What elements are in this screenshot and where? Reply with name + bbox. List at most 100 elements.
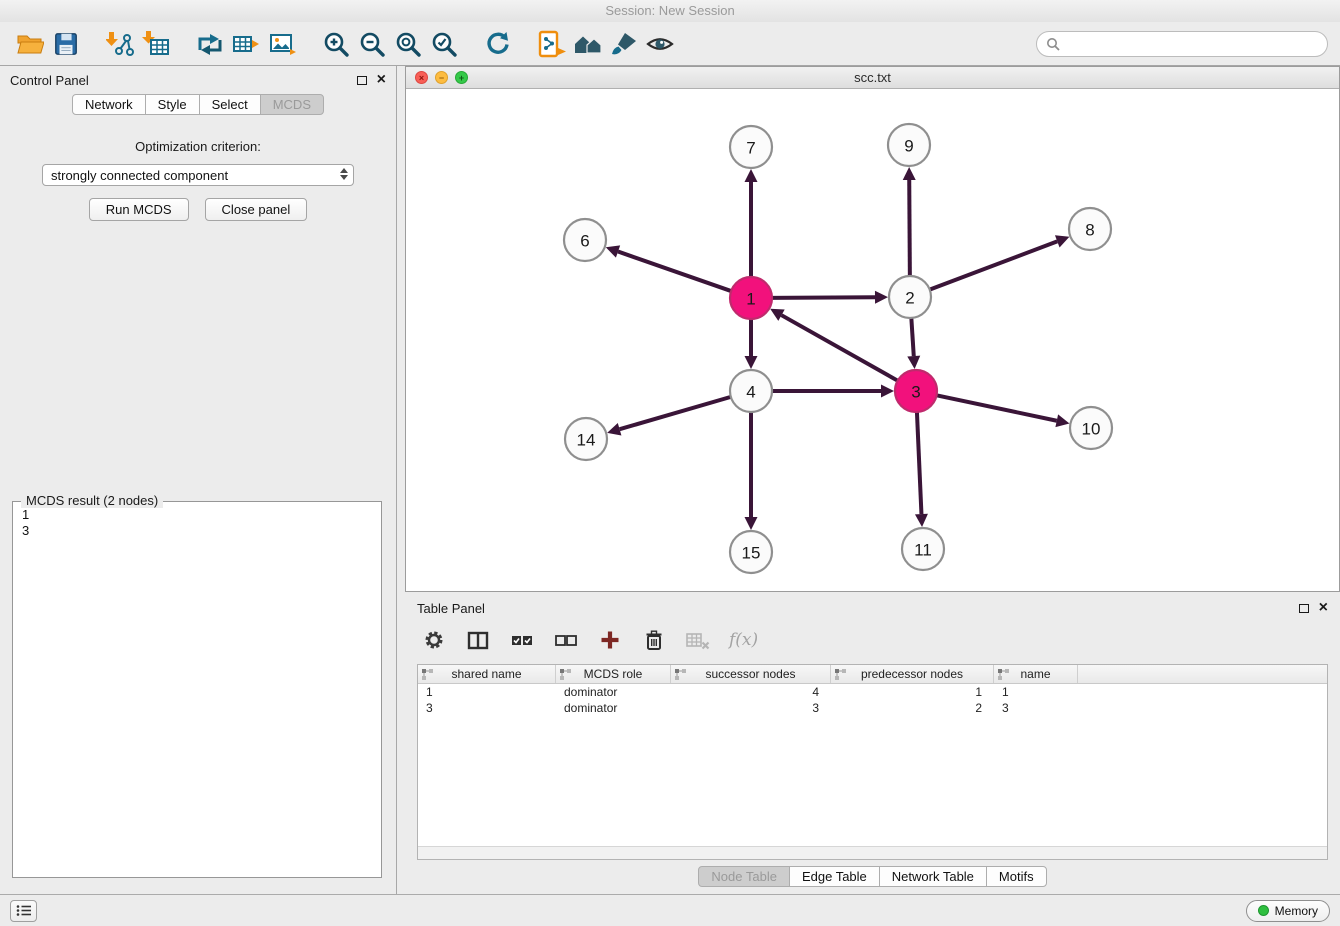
network-view-window: × − + scc.txt 7 9 6 8 1 2 4 3 14 10 15 11 bbox=[405, 66, 1340, 592]
node-6[interactable]: 6 bbox=[564, 219, 606, 261]
function-builder-icon: f(x) bbox=[729, 627, 758, 653]
close-panel-button[interactable]: Close panel bbox=[205, 198, 308, 221]
close-window-icon[interactable]: × bbox=[415, 71, 428, 84]
tab-edge-table[interactable]: Edge Table bbox=[789, 866, 880, 887]
node-label: 14 bbox=[577, 431, 596, 450]
table-cell: 3 bbox=[994, 700, 1078, 716]
tab-select[interactable]: Select bbox=[199, 94, 261, 115]
table-panel-tabs: Node TableEdge TableNetwork TableMotifs bbox=[405, 866, 1340, 887]
node-14[interactable]: 14 bbox=[565, 418, 607, 460]
zoom-out-icon[interactable] bbox=[354, 26, 390, 62]
maximize-window-icon[interactable]: + bbox=[455, 71, 468, 84]
window-titlebar[interactable]: Session: New Session bbox=[0, 0, 1340, 22]
control-panel: Control Panel × NetworkStyleSelectMCDS O… bbox=[0, 66, 397, 894]
edge-1-6[interactable] bbox=[606, 245, 731, 291]
import-table-icon[interactable] bbox=[138, 26, 174, 62]
node-label: 7 bbox=[746, 139, 755, 158]
node-4[interactable]: 4 bbox=[730, 370, 772, 412]
tab-mcds[interactable]: MCDS bbox=[260, 94, 324, 115]
main-toolbar bbox=[0, 22, 1340, 66]
edge-4-14[interactable] bbox=[607, 397, 731, 436]
node-table[interactable]: shared nameMCDS rolesuccessor nodesprede… bbox=[417, 664, 1328, 860]
edge-3-1[interactable] bbox=[770, 309, 898, 381]
column-header-mcds-role[interactable]: MCDS role bbox=[556, 665, 671, 683]
tab-style[interactable]: Style bbox=[145, 94, 200, 115]
delete-column-trash-icon[interactable] bbox=[641, 627, 667, 653]
network-window-titlebar[interactable]: × − + scc.txt bbox=[406, 67, 1339, 89]
table-cell: 4 bbox=[671, 684, 831, 700]
refresh-icon[interactable] bbox=[480, 26, 516, 62]
node-7[interactable]: 7 bbox=[730, 126, 772, 168]
column-header-successor-nodes[interactable]: successor nodes bbox=[671, 665, 831, 683]
search-field[interactable] bbox=[1036, 31, 1328, 57]
home-icon[interactable] bbox=[570, 26, 606, 62]
column-header-shared-name[interactable]: shared name bbox=[418, 665, 556, 683]
export-image-icon[interactable] bbox=[264, 26, 300, 62]
apply-style-icon[interactable] bbox=[606, 26, 642, 62]
table-cell: 1 bbox=[831, 684, 994, 700]
node-10[interactable]: 10 bbox=[1070, 407, 1112, 449]
status-bar: Memory bbox=[0, 894, 1340, 926]
tab-network-table[interactable]: Network Table bbox=[879, 866, 987, 887]
open-file-icon[interactable] bbox=[12, 26, 48, 62]
table-cell: 2 bbox=[831, 700, 994, 716]
table-row[interactable]: 1dominator411 bbox=[418, 684, 1327, 700]
table-row[interactable]: 3dominator323 bbox=[418, 700, 1327, 716]
edge-1-4[interactable] bbox=[745, 319, 758, 369]
delete-table-icon bbox=[685, 627, 711, 653]
optimization-criterion-select[interactable]: strongly connected component bbox=[42, 164, 354, 186]
node-9[interactable]: 9 bbox=[888, 124, 930, 166]
close-table-panel-icon[interactable]: × bbox=[1319, 603, 1328, 613]
search-input[interactable] bbox=[1060, 36, 1318, 52]
node-1[interactable]: 1 bbox=[730, 277, 772, 319]
edge-4-3[interactable] bbox=[772, 385, 894, 398]
task-history-list-icon[interactable] bbox=[10, 900, 37, 922]
network-canvas[interactable]: 7 9 6 8 1 2 4 3 14 10 15 11 bbox=[406, 89, 1339, 591]
edge-2-8[interactable] bbox=[930, 235, 1070, 289]
node-15[interactable]: 15 bbox=[730, 531, 772, 573]
memory-button-label: Memory bbox=[1275, 904, 1318, 918]
table-horizontal-scrollbar[interactable] bbox=[418, 846, 1327, 859]
tab-network[interactable]: Network bbox=[72, 94, 146, 115]
show-columns-icon[interactable] bbox=[465, 627, 491, 653]
create-column-plus-icon[interactable] bbox=[597, 627, 623, 653]
tab-node-table[interactable]: Node Table bbox=[698, 866, 790, 887]
node-11[interactable]: 11 bbox=[902, 528, 944, 570]
edge-2-3[interactable] bbox=[907, 318, 920, 369]
tab-motifs[interactable]: Motifs bbox=[986, 866, 1047, 887]
edge-2-9[interactable] bbox=[903, 167, 916, 276]
export-table-icon[interactable] bbox=[228, 26, 264, 62]
edge-3-11[interactable] bbox=[915, 412, 928, 527]
select-all-columns-icon[interactable] bbox=[509, 627, 535, 653]
float-panel-icon[interactable] bbox=[357, 76, 367, 85]
zoom-fit-icon[interactable] bbox=[390, 26, 426, 62]
import-network-icon[interactable] bbox=[102, 26, 138, 62]
node-2[interactable]: 2 bbox=[889, 276, 931, 318]
node-label: 1 bbox=[746, 290, 755, 309]
edge-3-10[interactable] bbox=[937, 395, 1070, 427]
unselect-all-columns-icon[interactable] bbox=[553, 627, 579, 653]
show-hide-icon[interactable] bbox=[642, 26, 678, 62]
zoom-in-icon[interactable] bbox=[318, 26, 354, 62]
memory-button[interactable]: Memory bbox=[1246, 900, 1330, 922]
column-header-predecessor-nodes[interactable]: predecessor nodes bbox=[831, 665, 994, 683]
close-panel-icon[interactable]: × bbox=[377, 75, 386, 85]
node-3[interactable]: 3 bbox=[895, 370, 937, 412]
run-mcds-button[interactable]: Run MCDS bbox=[89, 198, 189, 221]
edge-4-15[interactable] bbox=[745, 412, 758, 530]
mcds-result-lines[interactable]: 13 bbox=[13, 502, 381, 544]
node-label: 9 bbox=[904, 137, 913, 156]
edge-1-7[interactable] bbox=[745, 169, 758, 277]
minimize-window-icon[interactable]: − bbox=[435, 71, 448, 84]
table-settings-gear-icon[interactable] bbox=[421, 627, 447, 653]
share-document-icon[interactable] bbox=[534, 26, 570, 62]
node-label: 6 bbox=[580, 232, 589, 251]
column-header-name[interactable]: name bbox=[994, 665, 1078, 683]
float-table-panel-icon[interactable] bbox=[1299, 604, 1309, 613]
mcds-result-box: MCDS result (2 nodes) 13 bbox=[12, 501, 382, 878]
zoom-selected-icon[interactable] bbox=[426, 26, 462, 62]
new-network-icon[interactable] bbox=[192, 26, 228, 62]
edge-1-2[interactable] bbox=[772, 291, 888, 304]
node-8[interactable]: 8 bbox=[1069, 208, 1111, 250]
save-session-icon[interactable] bbox=[48, 26, 84, 62]
